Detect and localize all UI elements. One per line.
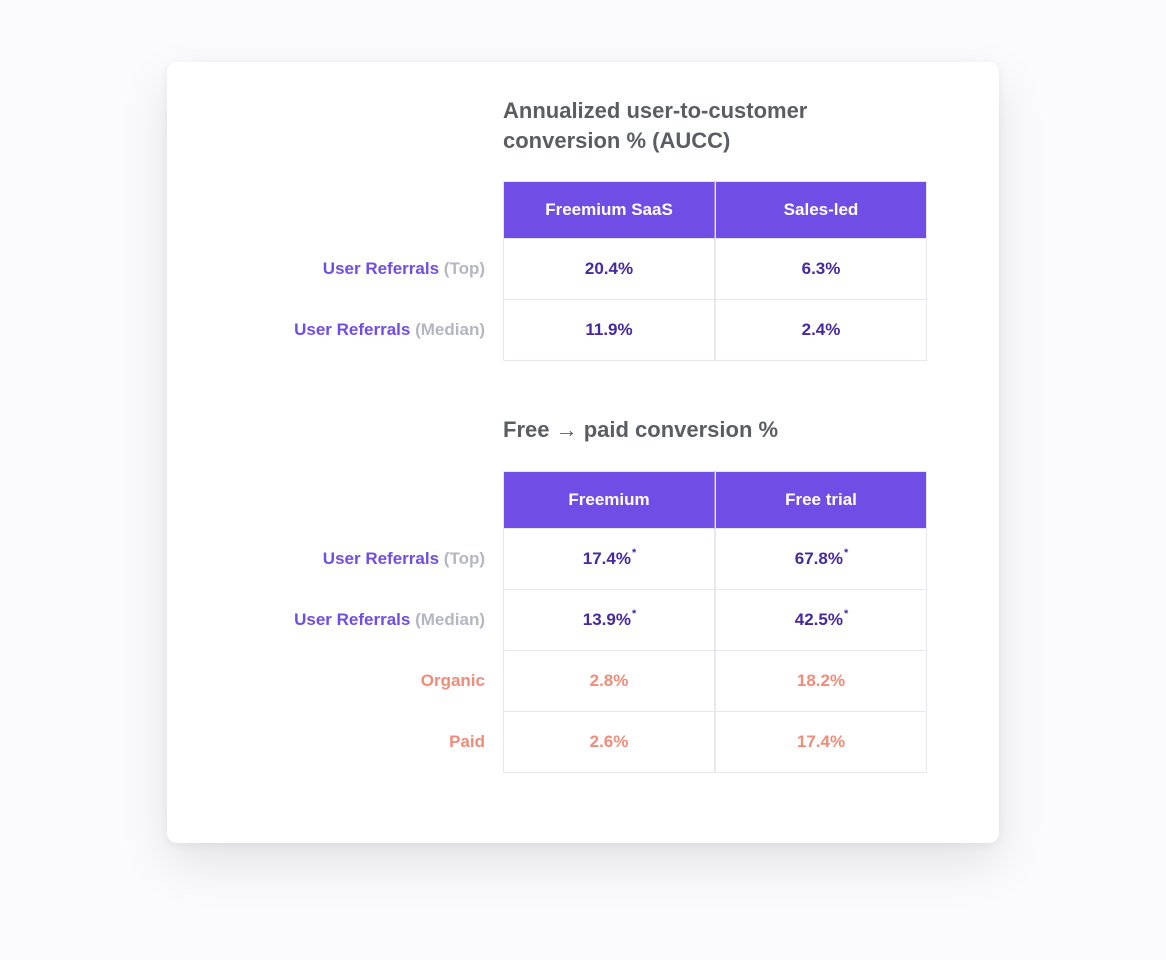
- table1-row0-cell0: 20.4%: [503, 239, 715, 300]
- table1-row1: User Referrals (Median) 11.9% 2.4%: [273, 300, 929, 361]
- table2-col0: Freemium: [503, 471, 715, 529]
- asterisk-icon: *: [632, 547, 636, 559]
- table2-row0-cell0: 17.4%*: [503, 529, 715, 590]
- table2-row0: User Referrals (Top) 17.4%* 67.8%*: [273, 529, 929, 590]
- table2-row3-cell0: 2.6%: [503, 712, 715, 773]
- table1-header-row: Freemium SaaS Sales-led: [273, 181, 929, 239]
- table2-row1-cell1: 42.5%*: [715, 590, 927, 651]
- table2-row2-label: Organic: [273, 651, 503, 712]
- table2-title-row: Free → paid conversion %: [273, 415, 929, 471]
- table2-row2: Organic 2.8% 18.2%: [273, 651, 929, 712]
- table1-col1: Sales-led: [715, 181, 927, 239]
- table1-row0-label: User Referrals (Top): [273, 239, 503, 300]
- table2-row1-cell0: 13.9%*: [503, 590, 715, 651]
- table1-row1-cell1: 2.4%: [715, 300, 927, 361]
- asterisk-icon: *: [844, 547, 848, 559]
- table2-col1: Free trial: [715, 471, 927, 529]
- table1-title: Annualized user-to-customer conversion %…: [503, 96, 927, 155]
- card: Annualized user-to-customer conversion %…: [167, 62, 999, 843]
- table1-row0: User Referrals (Top) 20.4% 6.3%: [273, 239, 929, 300]
- table2-row2-cell1: 18.2%: [715, 651, 927, 712]
- table1-row0-cell1: 6.3%: [715, 239, 927, 300]
- asterisk-icon: *: [844, 608, 848, 620]
- table2-row0-label: User Referrals (Top): [273, 529, 503, 590]
- table2-row1: User Referrals (Median) 13.9%* 42.5%*: [273, 590, 929, 651]
- table2-row0-cell1: 67.8%*: [715, 529, 927, 590]
- table1-col0: Freemium SaaS: [503, 181, 715, 239]
- table1-title-row: Annualized user-to-customer conversion %…: [273, 96, 929, 181]
- table1-row1-cell0: 11.9%: [503, 300, 715, 361]
- table2-row3: Paid 2.6% 17.4%: [273, 712, 929, 773]
- table2-title: Free → paid conversion %: [503, 415, 927, 445]
- table1-row1-label: User Referrals (Median): [273, 300, 503, 361]
- table2-row2-cell0: 2.8%: [503, 651, 715, 712]
- table2-row3-label: Paid: [273, 712, 503, 773]
- table2-row3-cell1: 17.4%: [715, 712, 927, 773]
- table2-row1-label: User Referrals (Median): [273, 590, 503, 651]
- table2-header-row: Freemium Free trial: [273, 471, 929, 529]
- asterisk-icon: *: [632, 608, 636, 620]
